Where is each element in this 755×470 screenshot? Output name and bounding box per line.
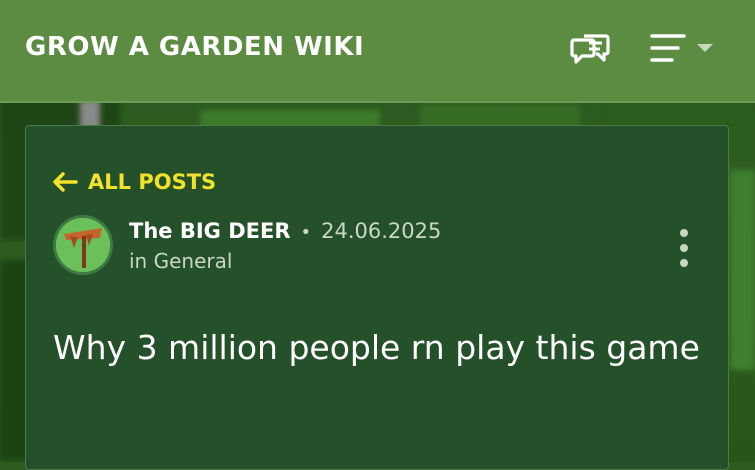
site-header: GROW A GARDEN WIKI [0,0,755,103]
author-name[interactable]: The BIG DEER [129,219,291,243]
avatar-image [56,218,110,272]
all-posts-link[interactable]: ALL POSTS [52,170,216,194]
post-meta: The BIG DEER • 24.06.2025 [129,219,441,243]
more-options-button[interactable] [674,226,694,270]
caret-down-icon [697,44,713,52]
menu-button[interactable] [648,30,718,70]
meta-separator: • [300,222,312,243]
post-card: ALL POSTS The BIG DEER • 24.06.2025 in G… [25,125,729,470]
site-title[interactable]: GROW A GARDEN WIKI [25,32,364,62]
discussions-icon [570,34,610,64]
all-posts-label: ALL POSTS [88,170,217,194]
category-prefix: in [129,249,148,273]
post-date: 24.06.2025 [321,219,442,243]
hamburger-menu-icon [650,34,713,62]
author-avatar[interactable] [53,215,113,275]
vertical-ellipsis-icon [680,229,688,237]
arrow-left-icon [53,172,78,192]
category-link[interactable]: General [154,249,233,273]
post-title: Why 3 million people rn play this game [53,328,700,367]
discussions-button[interactable] [570,28,614,72]
post-category: in General [129,249,232,273]
